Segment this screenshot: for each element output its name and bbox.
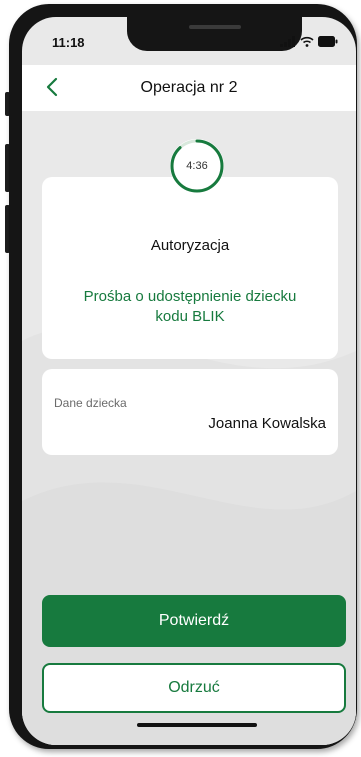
authorization-card: Autoryzacja Prośba o udostępnienie dziec… (42, 177, 338, 359)
timer-value: 4:36 (186, 160, 208, 172)
child-data-label: Dane dziecka (54, 396, 127, 410)
home-indicator[interactable] (137, 723, 257, 727)
status-icons (280, 34, 338, 48)
speaker-grille (189, 25, 241, 29)
confirm-button[interactable]: Potwierdź (42, 595, 346, 647)
notch (127, 17, 302, 51)
phone-frame: 11:18 Operacja nr 2 Autoryzacja Prośba o… (9, 4, 357, 749)
child-name-value: Joanna Kowalska (208, 415, 326, 432)
countdown-timer: 4:36 (168, 137, 226, 195)
battery-icon (318, 35, 338, 47)
header: Operacja nr 2 (22, 65, 356, 111)
status-time: 11:18 (52, 35, 85, 50)
wifi-icon (300, 36, 314, 47)
auth-description: Prośba o udostępnienie dziecku kodu BLIK (83, 288, 297, 325)
reject-button[interactable]: Odrzuć (42, 663, 346, 713)
screen: 11:18 Operacja nr 2 Autoryzacja Prośba o… (22, 17, 356, 745)
auth-title: Autoryzacja (150, 237, 230, 254)
page-title: Operacja nr 2 (140, 79, 238, 96)
child-data-card: Dane dziecka Joanna Kowalska (42, 369, 338, 455)
signal-icon (280, 35, 295, 47)
